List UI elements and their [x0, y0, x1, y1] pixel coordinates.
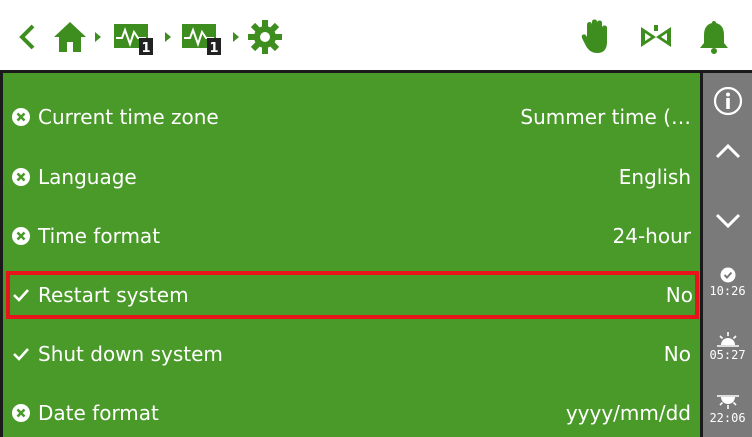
- current-time-indicator: 10:26: [703, 259, 752, 305]
- info-icon: [713, 86, 742, 116]
- home-icon: [54, 22, 86, 52]
- scroll-down-button[interactable]: [703, 201, 752, 241]
- setting-value: Summer time (…: [520, 105, 691, 129]
- breadcrumb-separator-icon: [230, 18, 242, 56]
- setting-row-shut-down-system[interactable]: Shut down system No: [0, 330, 703, 378]
- setting-row-date-format[interactable]: Date format yyyy/mm/dd: [0, 389, 703, 437]
- back-button[interactable]: [12, 18, 42, 56]
- bell-icon: [700, 21, 728, 54]
- error-icon: [4, 227, 38, 245]
- setting-value: 24-hour: [612, 224, 691, 248]
- valve-icon: [641, 25, 671, 47]
- breadcrumb-heating-circuit-2[interactable]: 1: [178, 18, 228, 56]
- hand-icon: [581, 19, 607, 53]
- settings-list: Current time zone Summer time (… Languag…: [0, 73, 703, 437]
- valve-button[interactable]: [636, 18, 676, 56]
- breadcrumb-heating-circuit-1[interactable]: 1: [110, 18, 160, 56]
- sunrise-icon: [716, 331, 739, 347]
- setting-label: Language: [38, 165, 137, 189]
- sunrise-time: 05:27: [709, 347, 746, 362]
- top-bar: 1 1: [0, 0, 752, 73]
- setting-row-current-time-zone[interactable]: Current time zone Summer time (…: [0, 93, 703, 141]
- error-icon: [4, 404, 38, 422]
- sunset-time: 22:06: [709, 410, 746, 425]
- manual-mode-button[interactable]: [576, 18, 616, 56]
- setting-label: Current time zone: [38, 105, 219, 129]
- checkmark-icon: [4, 287, 38, 303]
- clock-check-icon: [720, 267, 735, 282]
- breadcrumb-separator-icon: [162, 18, 174, 56]
- setting-label: Restart system: [38, 283, 189, 307]
- setting-value: yyyy/mm/dd: [565, 401, 691, 425]
- sunset-icon: [716, 394, 739, 409]
- setting-label: Shut down system: [38, 342, 223, 366]
- heating-circuit-icon: 1: [114, 24, 153, 56]
- setting-label: Time format: [38, 224, 161, 248]
- setting-value: English: [618, 165, 691, 189]
- info-button[interactable]: [703, 79, 752, 123]
- breadcrumb-separator-icon: [92, 18, 104, 56]
- setting-value: No: [663, 342, 691, 366]
- svg-text:1: 1: [209, 41, 218, 56]
- alarm-button[interactable]: [694, 18, 734, 56]
- sunrise-indicator: 05:27: [703, 323, 752, 369]
- chevron-up-icon: [715, 143, 740, 159]
- sunset-indicator: 22:06: [703, 385, 752, 433]
- setting-row-restart-system[interactable]: Restart system No: [6, 271, 699, 319]
- setting-value: No: [665, 283, 693, 307]
- svg-text:1: 1: [141, 41, 150, 56]
- chevron-down-icon: [715, 213, 740, 229]
- setting-row-language[interactable]: Language English: [0, 153, 703, 201]
- breadcrumb-settings[interactable]: [245, 18, 285, 56]
- breadcrumb-home[interactable]: [50, 18, 90, 56]
- error-icon: [4, 108, 38, 126]
- side-panel: 10:26 05:27 22:06: [703, 73, 752, 437]
- scroll-up-button[interactable]: [703, 131, 752, 171]
- error-icon: [4, 168, 38, 186]
- gear-icon: [248, 20, 282, 54]
- checkmark-icon: [4, 346, 38, 362]
- setting-row-time-format[interactable]: Time format 24-hour: [0, 212, 703, 260]
- current-time: 10:26: [709, 283, 746, 298]
- setting-label: Date format: [38, 401, 159, 425]
- heating-circuit-icon: 1: [182, 24, 221, 56]
- chevron-left-icon: [19, 24, 35, 50]
